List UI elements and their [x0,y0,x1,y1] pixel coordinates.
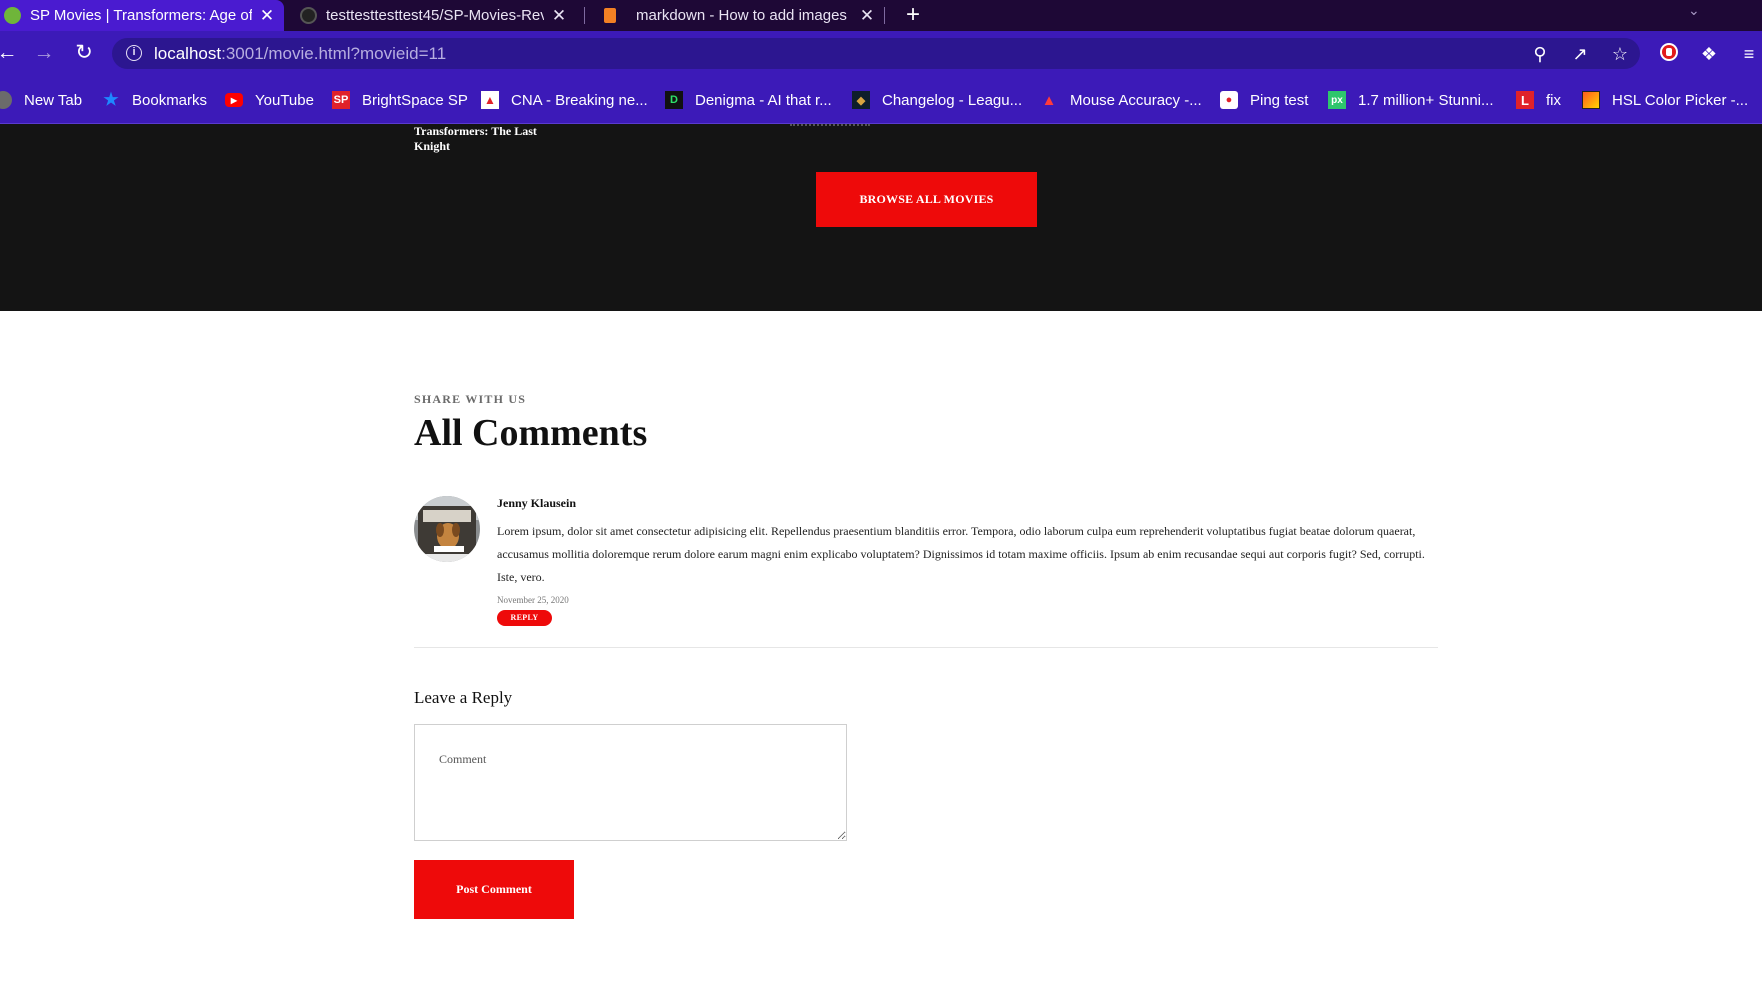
extension-stop-icon[interactable] [1657,42,1681,66]
tab-stackoverflow[interactable]: markdown - How to add images ✕ [602,0,882,31]
bookmark-pixabay[interactable]: px 1.7 million+ Stunni... [1328,89,1494,111]
forward-arrow-icon[interactable]: → [31,41,57,67]
bookmark-ping-test[interactable]: ● Ping test [1220,89,1308,111]
comment-input[interactable] [414,724,847,841]
star-icon: ★ [103,90,119,109]
bookmark-hsl-picker[interactable]: HSL Color Picker -... [1582,89,1748,111]
bookmarks-bar: New Tab ★ Bookmarks ▶ YouTube SP BrightS… [0,76,1762,124]
url-text[interactable]: localhost:3001/movie.html?movieid=11 [154,44,446,64]
tab-github[interactable]: testtesttesttest45/SP-Movies-Rev ✕ [300,0,574,31]
comments-section: SHARE WITH US All Comments Jenny Klausei… [414,392,1438,919]
truncated-caption [790,124,870,127]
reading-list-icon[interactable]: ≡ [1737,42,1761,66]
share-icon[interactable]: ↗ [1569,43,1591,65]
reload-icon[interactable]: ↻ [71,41,97,67]
sp-movies-favicon-icon [4,7,21,24]
bookmark-cna[interactable]: ▲ CNA - Breaking ne... [481,89,648,111]
globe-icon [0,91,12,109]
bookmark-changelog[interactable]: ◆ Changelog - Leagu... [852,89,1022,111]
tab-separator [584,7,585,24]
zoom-icon[interactable]: ⚲ [1529,43,1551,65]
bookmark-brightspace[interactable]: SP BrightSpace SP [332,89,468,111]
bookmark-new-tab[interactable]: New Tab [0,89,82,111]
extensions-puzzle-icon[interactable]: ❖ [1697,42,1721,66]
back-arrow-icon[interactable]: ← [0,41,20,67]
browser-toolbar: ← → ↻ i localhost:3001/movie.html?moviei… [0,31,1762,76]
close-tab-icon[interactable]: ✕ [858,6,876,26]
site-info-icon[interactable]: i [126,45,142,61]
post-comment-button[interactable]: Post Comment [414,860,574,919]
sp-icon: SP [332,91,350,109]
cna-icon: ▲ [481,91,499,109]
bookmark-star-icon[interactable]: ☆ [1609,43,1631,65]
movie-caption[interactable]: Transformers: The Last Knight [414,124,564,154]
leave-reply-title: Leave a Reply [414,688,513,707]
l-icon: L [1516,91,1534,109]
bookmark-bookmarks[interactable]: ★ Bookmarks [102,89,207,111]
ping-icon: ● [1220,91,1238,109]
comment-body: Jenny Klausein Lorem ipsum, dolor sit am… [497,496,1437,626]
comment-author: Jenny Klausein [497,496,577,510]
page-title: All Comments [414,412,648,454]
section-kicker: SHARE WITH US [414,392,527,406]
address-bar[interactable]: i localhost:3001/movie.html?movieid=11 ⚲… [112,38,1640,69]
bookmark-denigma[interactable]: D Denigma - AI that r... [665,89,832,111]
tab-search-chevron-icon[interactable]: ⌄ [1688,2,1700,19]
stackoverflow-icon [604,8,616,23]
comment-date: November 25, 2020 [497,595,569,605]
bookmark-youtube[interactable]: ▶ YouTube [225,89,314,111]
hsl-icon [1582,91,1600,109]
browser-tab-strip: SP Movies | Transformers: Age of ✕ testt… [0,0,1762,31]
github-icon [300,7,317,24]
comment-text: Lorem ipsum, dolor sit amet consectetur … [497,524,1425,584]
avatar [414,496,480,562]
bookmark-mouse-accuracy[interactable]: ▲ Mouse Accuracy -... [1040,89,1202,111]
youtube-icon: ▶ [225,93,243,107]
close-tab-icon[interactable]: ✕ [550,6,568,26]
tab-separator [884,7,885,24]
mouse-accuracy-icon: ▲ [1041,91,1057,109]
related-movies-section: Transformers: The Last Knight BROWSE ALL… [0,124,1762,311]
new-tab-button[interactable]: + [900,0,926,31]
pixabay-icon: px [1328,91,1346,109]
browse-all-movies-button[interactable]: BROWSE ALL MOVIES [816,172,1037,227]
denigma-icon: D [665,91,683,109]
tab-sp-movies[interactable]: SP Movies | Transformers: Age of ✕ [0,0,284,31]
bookmark-fix[interactable]: L fix [1516,89,1561,111]
comment-item: Jenny Klausein Lorem ipsum, dolor sit am… [414,496,1438,648]
changelog-icon: ◆ [852,91,870,109]
reply-button[interactable]: REPLY [497,610,552,626]
close-tab-icon[interactable]: ✕ [258,6,276,26]
